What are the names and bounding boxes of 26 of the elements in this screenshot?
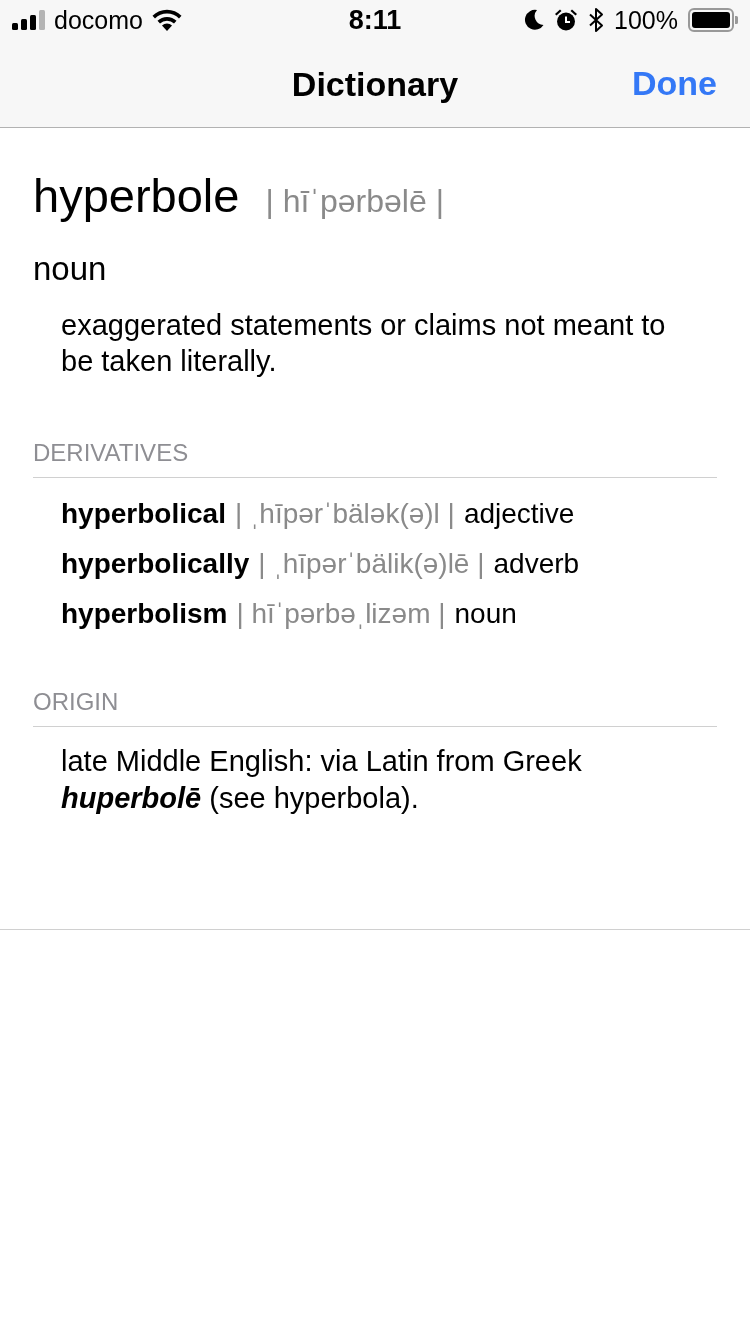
battery-percentage: 100%	[614, 7, 678, 33]
derivative-word: hyperbolically	[61, 549, 250, 579]
carrier-name: docomo	[54, 7, 143, 33]
signal-icon	[12, 10, 46, 30]
part-of-speech: adverb	[493, 549, 580, 579]
section-heading: DERIVATIVES	[33, 441, 717, 478]
status-time: 8:11	[348, 6, 402, 34]
definition-text: exaggerated statements or claims not meant to be taken literally.	[61, 308, 667, 379]
pronunciation: | hīˈpərbəˌlizəm |	[236, 599, 446, 629]
nav-title: Dictionary	[291, 66, 459, 101]
part-of-speech: noun	[454, 599, 517, 629]
pronunciation: | hīˈpərbəlē |	[265, 185, 444, 217]
battery-icon	[688, 8, 738, 32]
pronunciation: | ˌhīpərˈbälik(ə)lē |	[258, 549, 485, 579]
derivative-word: hyperbolism	[61, 599, 228, 629]
moon-icon	[524, 9, 545, 31]
part-of-speech: adjective	[463, 499, 575, 529]
section-heading: ORIGIN	[33, 690, 717, 727]
wifi-icon	[150, 9, 183, 31]
origin-text: late Middle English: via Latin from Greek huperbolē (see hyperbola).	[61, 744, 583, 816]
alarm-clock-icon	[554, 8, 579, 32]
bluetooth-icon	[588, 7, 605, 33]
part-of-speech: noun	[33, 252, 108, 285]
derivative-word: hyperbolical	[61, 499, 226, 529]
done-button[interactable]: Done	[632, 62, 717, 104]
pronunciation: | ˌhīpərˈbälək(ə)l |	[234, 499, 455, 529]
